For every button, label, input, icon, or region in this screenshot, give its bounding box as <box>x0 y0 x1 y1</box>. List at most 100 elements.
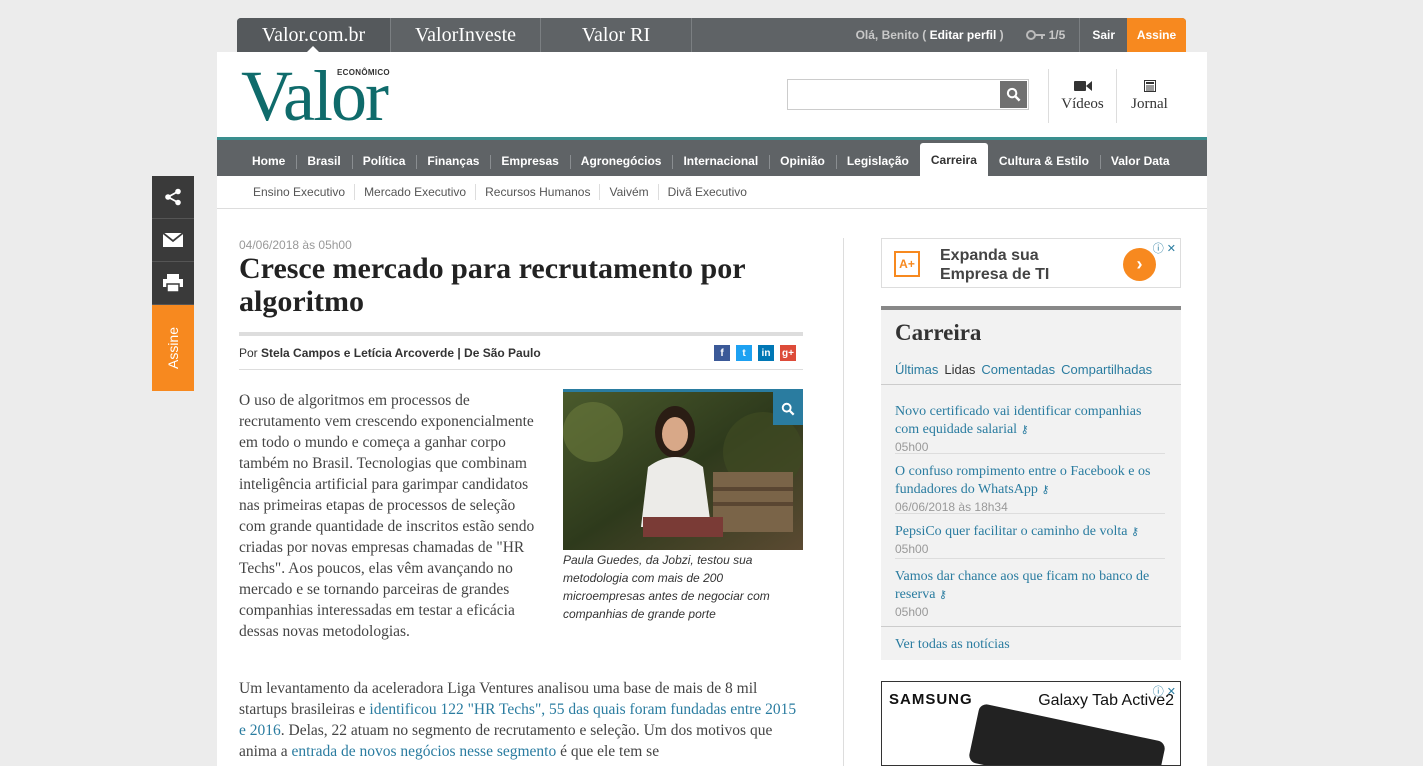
ad-banner-ti[interactable]: A+ Expanda sua Empresa de TI › ⓘ ✕ <box>881 238 1181 288</box>
news-headline-link[interactable]: Novo certificado vai identificar companh… <box>895 404 1141 437</box>
tablet-image <box>967 702 1167 765</box>
nav-item-politica[interactable]: Política <box>351 143 417 179</box>
linkedin-icon[interactable]: in <box>758 345 774 361</box>
key-icon: ⚷ <box>1041 484 1050 496</box>
byline: Por Stela Campos e Letícia Arcoverde | D… <box>239 346 541 360</box>
news-headline: O confuso rompimento entre o Facebook e … <box>895 464 1151 497</box>
logo-subtitle: ECONÔMICO <box>337 68 390 77</box>
key-icon: ⚷ <box>1020 424 1029 436</box>
inline-link-novos-negocios[interactable]: entrada de novos negócios nesse segmento <box>292 743 557 760</box>
news-headline: PepsiCo quer facilitar o caminho de volt… <box>895 524 1128 539</box>
share-button[interactable] <box>152 176 194 219</box>
nav-item-cultura-estilo[interactable]: Cultura & Estilo <box>988 143 1100 179</box>
subnav-item-recursos-humanos[interactable]: Recursos Humanos <box>475 184 599 200</box>
section-widget: Carreira Últimas Lidas Comentadas Compar… <box>881 306 1181 660</box>
key-icon <box>1025 30 1045 40</box>
edit-profile-link[interactable]: Editar perfil <box>930 28 997 42</box>
news-time: 05h00 <box>895 605 929 619</box>
email-button[interactable] <box>152 219 194 262</box>
nav-item-opiniao[interactable]: Opinião <box>769 143 836 179</box>
sub-nav: Ensino Executivo Mercado Executivo Recur… <box>217 176 1207 209</box>
title-divider <box>239 332 803 336</box>
tab-lidas[interactable]: Lidas <box>944 362 975 377</box>
site-link-valor[interactable]: Valor.com.br <box>237 18 391 52</box>
tab-ultimas[interactable]: Últimas <box>895 362 938 377</box>
twitter-icon[interactable]: t <box>736 345 752 361</box>
see-all-news-link[interactable]: Ver todas as notícias <box>881 626 1181 663</box>
printer-icon <box>163 274 183 292</box>
key-icon: ⚷ <box>938 589 947 601</box>
search-input[interactable] <box>788 80 999 109</box>
ad-logo-icon: A+ <box>894 251 920 277</box>
jornal-label: Jornal <box>1131 95 1168 112</box>
tab-comentadas[interactable]: Comentadas <box>981 362 1055 377</box>
site-link-valorinveste[interactable]: ValorInveste <box>391 18 541 52</box>
news-headline-link[interactable]: O confuso rompimento entre o Facebook e … <box>895 464 1150 497</box>
subnav-item-ensino-executivo[interactable]: Ensino Executivo <box>244 184 354 200</box>
news-headline-link[interactable]: Vamos dar chance aos que ficam no banco … <box>895 569 1149 602</box>
subnav-item-mercado-executivo[interactable]: Mercado Executivo <box>354 184 475 200</box>
videos-label: Vídeos <box>1061 95 1104 112</box>
nav-item-valor-data[interactable]: Valor Data <box>1099 143 1181 179</box>
ad-banner-samsung[interactable]: SAMSUNG Galaxy Tab Active2 ⓘ ✕ <box>881 681 1181 766</box>
site-link-valor-ri[interactable]: Valor RI <box>541 18 692 52</box>
nav-item-legislacao[interactable]: Legislação <box>835 143 920 179</box>
widget-tabs: Últimas Lidas Comentadas Compartilhadas <box>895 362 1152 377</box>
paragraph-2-text-c: é que ele tem se <box>556 743 660 760</box>
google-plus-icon[interactable]: g+ <box>780 345 796 361</box>
list-item: Vamos dar chance aos que ficam no banco … <box>895 558 1165 619</box>
news-time: 05h00 <box>895 542 929 556</box>
top-bar: Valor.com.br ValorInveste Valor RI Olá, … <box>237 18 1186 52</box>
photo-zoom-button[interactable] <box>773 392 803 425</box>
facebook-icon[interactable]: f <box>714 345 730 361</box>
article-paragraph-1: O uso de algoritmos em processos de recr… <box>239 392 535 640</box>
ad-text: Expanda sua Empresa de TI <box>940 247 1050 283</box>
nav-item-brasil[interactable]: Brasil <box>296 143 351 179</box>
sidebar-subscribe-button[interactable]: Assine <box>152 305 194 391</box>
header: ECONÔMICO Valor Vídeos Jornal <box>217 52 1207 140</box>
user-area: Olá, Benito ( Editar perfil ) 1/5 Sair A… <box>856 18 1186 52</box>
list-item: O confuso rompimento entre o Facebook e … <box>895 453 1165 514</box>
tab-compartilhadas[interactable]: Compartilhadas <box>1061 362 1152 377</box>
article-photo-image <box>563 392 803 550</box>
search-icon <box>1006 87 1021 102</box>
list-item: PepsiCo quer facilitar o caminho de volt… <box>895 513 1165 556</box>
ad-choices-icon[interactable]: ⓘ ✕ <box>1153 683 1176 699</box>
nav-item-agronegocios[interactable]: Agronegócios <box>569 143 673 179</box>
ad-brand: SAMSUNG <box>889 691 973 708</box>
news-headline-link[interactable]: PepsiCo quer facilitar o caminho de volt… <box>895 524 1139 539</box>
video-camera-icon <box>1073 80 1092 91</box>
news-headline: Vamos dar chance aos que ficam no banco … <box>895 569 1150 602</box>
jornal-link[interactable]: Jornal <box>1116 69 1182 123</box>
valor-logo[interactable]: ECONÔMICO Valor <box>241 60 390 132</box>
nav-item-home[interactable]: Home <box>241 143 296 179</box>
keys-count: 1/5 <box>1048 28 1066 42</box>
search-button[interactable] <box>1000 81 1027 108</box>
logout-link[interactable]: Sair <box>1080 28 1127 42</box>
videos-link[interactable]: Vídeos <box>1048 69 1116 123</box>
column-divider <box>843 238 844 766</box>
social-share: f t in g+ <box>714 345 796 361</box>
nav-item-internacional[interactable]: Internacional <box>672 143 769 179</box>
list-item: Novo certificado vai identificar companh… <box>895 402 1165 455</box>
key-icon: ⚷ <box>1131 526 1140 538</box>
greeting-prefix: Olá, Benito ( <box>855 28 927 42</box>
nav-item-financas[interactable]: Finanças <box>416 143 490 179</box>
subscribe-button[interactable]: Assine <box>1127 18 1186 52</box>
subnav-item-vaivem[interactable]: Vaivém <box>599 184 657 200</box>
nav-item-carreira[interactable]: Carreira <box>919 143 988 176</box>
article-paragraph-2: Um levantamento da aceleradora Liga Vent… <box>239 678 803 762</box>
byline-authors: Stela Campos e Letícia Arcoverde | De Sã… <box>261 346 541 360</box>
subnav-item-diva-executivo[interactable]: Divã Executivo <box>657 184 756 200</box>
ad-choices-icon[interactable]: ⓘ ✕ <box>1153 240 1176 256</box>
byline-prefix: Por <box>239 346 258 360</box>
nav-item-empresas[interactable]: Empresas <box>490 143 569 179</box>
ad-arrow-icon[interactable]: › <box>1123 248 1156 281</box>
print-button[interactable] <box>152 262 194 305</box>
search-box <box>787 79 1029 110</box>
envelope-icon <box>163 233 183 247</box>
article-photo[interactable] <box>563 389 803 550</box>
sidebar-subscribe-label: Assine <box>165 326 181 370</box>
keys-counter: 1/5 <box>1025 28 1066 42</box>
greeting-suffix: ) <box>999 28 1004 42</box>
